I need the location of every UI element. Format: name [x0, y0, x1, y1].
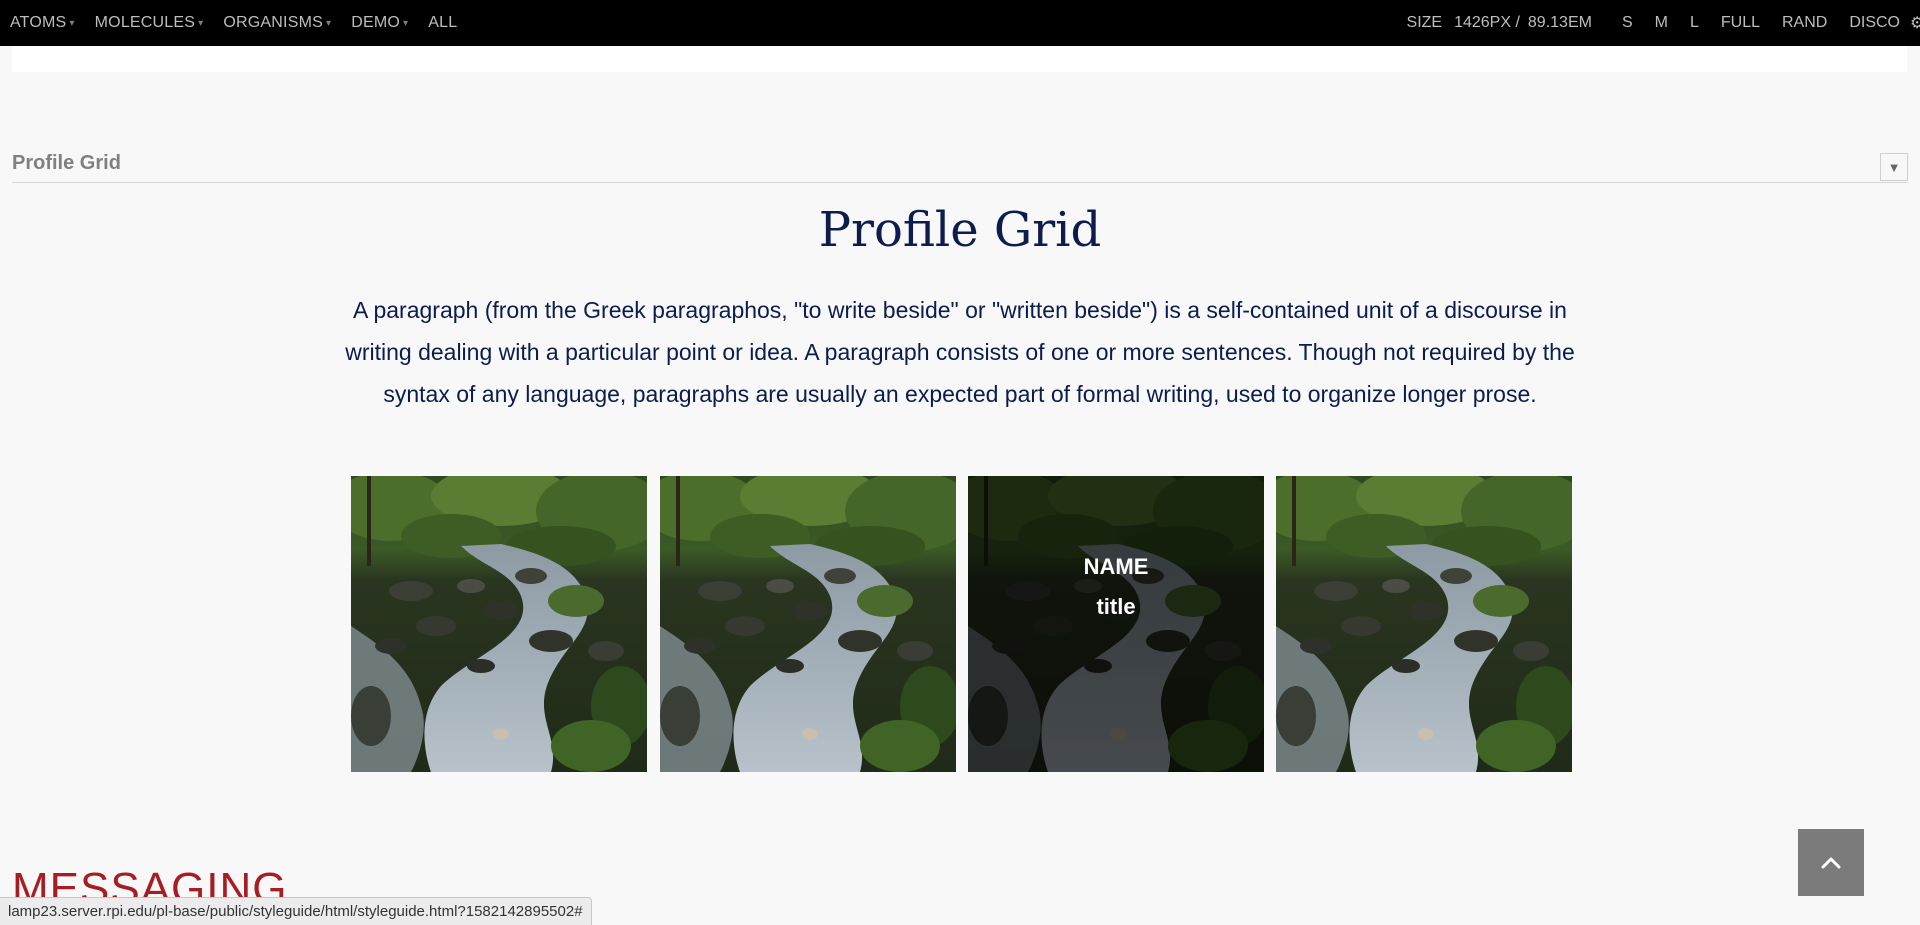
profile-name: NAME — [1083, 554, 1149, 579]
pattern-section-title[interactable]: Profile Grid — [12, 152, 121, 175]
nav-item-all[interactable]: ALL — [428, 14, 457, 32]
profile-card[interactable] — [660, 476, 956, 772]
profile-job-title: title — [1096, 594, 1136, 619]
browser-status-url: lamp23.server.rpi.edu/pl-base/public/sty… — [0, 897, 592, 925]
back-to-top-button[interactable] — [1798, 829, 1864, 896]
nav-item-label: MOLECULES — [94, 14, 196, 31]
intro-paragraph: A paragraph (from the Greek paragraphos,… — [345, 297, 1575, 407]
profile-card-hovered[interactable]: NAME title — [968, 476, 1264, 772]
profile-card[interactable] — [1276, 476, 1572, 772]
profile-photo — [660, 476, 956, 772]
viewport-size-controls: SIZE 1426PX / 89.13EM S M L FULL RAND DI… — [1407, 0, 1920, 46]
profile-photo — [1276, 476, 1572, 772]
size-small-button[interactable]: S — [1622, 14, 1633, 32]
nav-item-label: ATOMS — [10, 14, 67, 31]
size-full-button[interactable]: FULL — [1721, 14, 1760, 32]
nav-menu: ATOMS ▾ MOLECULES ▾ ORGANISMS ▾ DEMO ▾ A… — [10, 0, 477, 46]
nav-item-organisms[interactable]: ORGANISMS ▾ — [223, 14, 331, 32]
size-random-button[interactable]: RAND — [1782, 14, 1827, 32]
caret-down-icon: ▾ — [403, 17, 409, 29]
profile-grid: NAME title — [351, 476, 1573, 772]
gear-icon[interactable]: ⚙ — [1910, 0, 1920, 46]
nav-item-molecules[interactable]: MOLECULES ▾ — [95, 14, 204, 32]
previous-pattern-bottom — [12, 46, 1907, 72]
nav-item-label: ORGANISMS — [223, 14, 323, 31]
size-label: SIZE — [1406, 14, 1443, 31]
nav-item-atoms[interactable]: ATOMS ▾ — [10, 14, 75, 32]
page-title: Profile Grid — [818, 202, 1102, 258]
top-navigation-bar: ATOMS ▾ MOLECULES ▾ ORGANISMS ▾ DEMO ▾ A… — [0, 0, 1920, 46]
size-disco-button[interactable]: DISCO — [1849, 14, 1900, 32]
size-em-readout[interactable]: 89.13EM — [1528, 14, 1592, 32]
size-px-readout[interactable]: 1426PX / — [1454, 14, 1520, 32]
size-large-button[interactable]: L — [1690, 14, 1699, 32]
pattern-section-header: Profile Grid ▼ — [12, 148, 1908, 183]
pattern-info-toggle-button[interactable]: ▼ — [1880, 153, 1908, 181]
size-medium-button[interactable]: M — [1655, 14, 1668, 32]
chevron-up-icon — [1821, 857, 1841, 869]
nav-item-label: DEMO — [351, 14, 401, 31]
nav-item-demo[interactable]: DEMO ▾ — [351, 14, 408, 32]
profile-card[interactable] — [351, 476, 647, 772]
profile-hover-overlay — [968, 476, 1264, 772]
caret-down-icon: ▾ — [325, 17, 332, 29]
caret-down-icon: ▾ — [198, 17, 204, 29]
triangle-down-icon: ▼ — [1887, 159, 1901, 175]
nav-item-label: ALL — [428, 14, 458, 31]
profile-photo — [351, 476, 647, 772]
caret-down-icon: ▾ — [69, 17, 75, 29]
